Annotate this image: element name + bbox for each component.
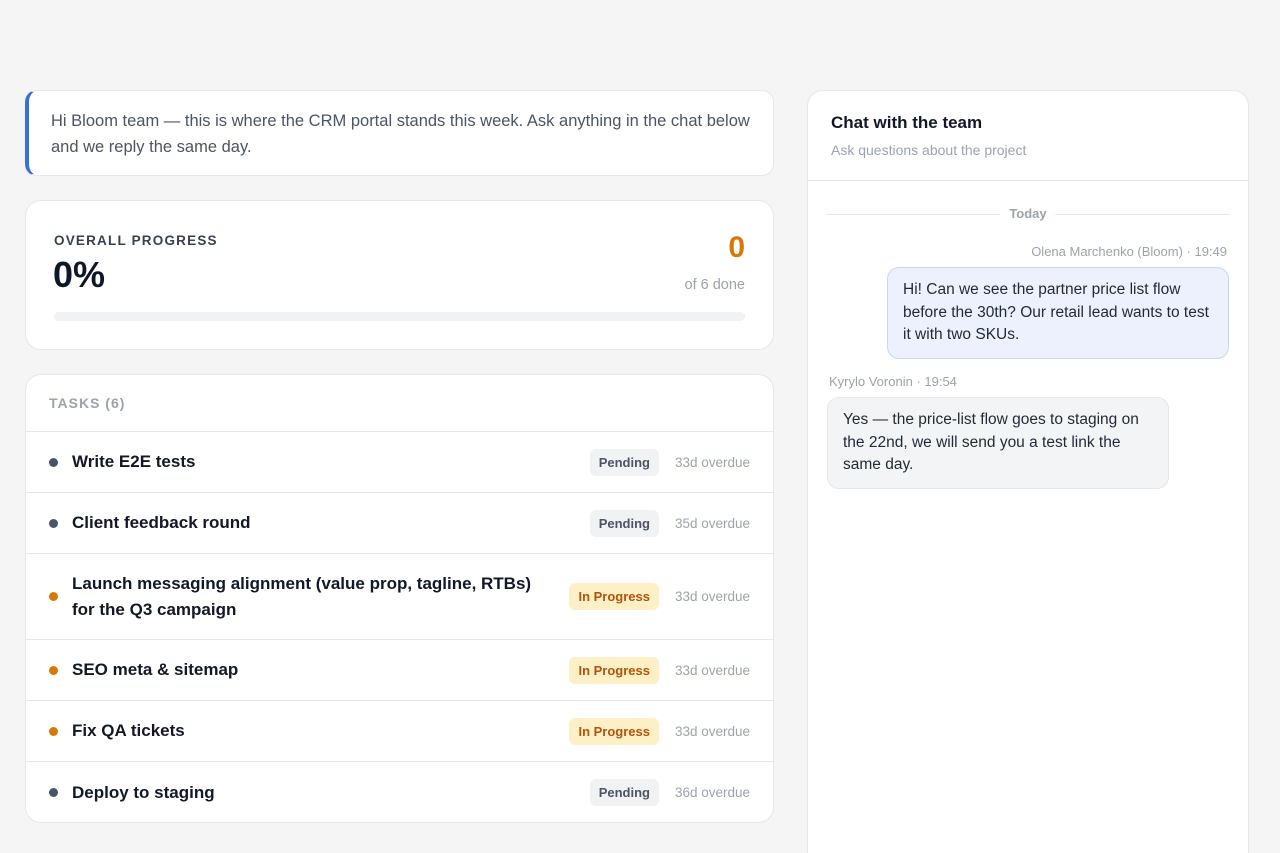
task-title: Write E2E tests [72,452,196,471]
tasks-card: TASKS (6) Write E2E tests Pending 33d ov… [25,374,774,823]
progress-percent: 0% [53,254,106,295]
task-row[interactable]: Fix QA tickets In Progress 33d overdue [26,701,773,762]
status-dot-icon [49,726,58,736]
message-meta: Kyrylo Voronin · 19:54 [829,374,957,389]
status-badge: Pending [589,509,659,537]
progress-done-count: 0 [728,231,745,264]
status-dot-icon [49,457,58,467]
progress-card: OVERALL PROGRESS 0% 0 of 6 done [25,200,774,350]
overdue-label: 33d overdue [674,662,750,678]
task-row[interactable]: Client feedback round Pending 35d overdu… [26,493,773,554]
task-title: Deploy to staging [72,782,215,802]
overdue-label: 35d overdue [674,515,750,531]
message-bubble-client: Hi! Can we see the partner price list fl… [887,267,1229,359]
task-title: Launch messaging alignment (value prop, … [72,573,532,619]
status-badge: Pending [589,448,659,476]
status-badge: In Progress [569,717,659,745]
task-row[interactable]: Write E2E tests Pending 33d overdue [26,432,773,493]
message-meta: Olena Marchenko (Bloom) · 19:49 [1031,244,1227,259]
overdue-label: 33d overdue [674,589,750,604]
intro-message: Hi Bloom team — this is where the CRM po… [51,112,750,156]
task-row[interactable]: SEO meta & sitemap In Progress 33d overd… [26,640,773,701]
task-row[interactable]: Launch messaging alignment (value prop, … [26,554,773,640]
task-title: SEO meta & sitemap [72,660,239,679]
progress-of-total: of 6 done [684,277,745,293]
task-title: Client feedback round [72,513,251,532]
chat-subtitle: Ask questions about the project [831,142,1027,158]
chat-panel: Chat with the team Ask questions about t… [807,90,1249,853]
divider [1055,214,1229,215]
status-dot-icon [49,518,58,528]
overdue-label: 33d overdue [674,723,750,739]
overdue-label: 36d overdue [674,785,750,800]
status-badge: Pending [589,779,659,806]
progress-bar [54,312,745,321]
overdue-label: 33d overdue [674,454,750,470]
status-badge: In Progress [569,583,659,610]
task-row[interactable]: Deploy to staging Pending 36d overdue [26,762,773,822]
status-dot-icon [49,592,58,601]
tasks-header: TASKS (6) [26,375,773,432]
chat-header: Chat with the team Ask questions about t… [808,91,1248,181]
task-title: Fix QA tickets [72,721,185,740]
status-dot-icon [49,665,58,675]
chat-title: Chat with the team [831,113,983,132]
day-separator: Today [827,206,1229,222]
intro-banner: Hi Bloom team — this is where the CRM po… [25,90,774,176]
progress-label: OVERALL PROGRESS [54,233,218,248]
message-bubble-team: Yes — the price-list flow goes to stagin… [827,397,1169,489]
status-dot-icon [49,788,58,797]
status-badge: In Progress [569,656,659,684]
